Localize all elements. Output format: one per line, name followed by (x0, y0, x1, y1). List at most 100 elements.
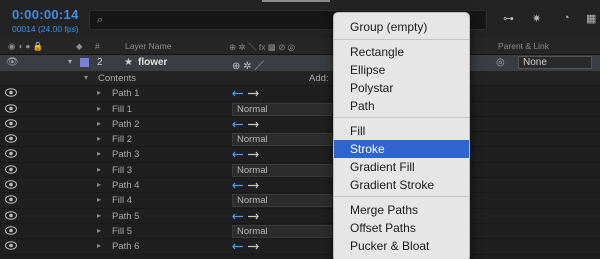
add-shape-context-menu: Group (empty) Rectangle Ellipse Polystar Pat… (333, 12, 470, 259)
blend-mode-dropdown[interactable]: Normal (232, 224, 332, 238)
eye-icon[interactable] (5, 210, 17, 220)
layer-name-header[interactable]: Layer Name (125, 41, 171, 51)
chevron-right-icon[interactable]: ▸ (97, 134, 101, 143)
table-row[interactable]: ▸ Path 5 (0, 208, 600, 224)
table-row[interactable]: ▸ Path 6 (0, 239, 600, 255)
property-name: Path 4 (112, 180, 140, 192)
path-direction-icon[interactable] (232, 181, 262, 190)
frame-count-display: 00014 (24.00 fps) (12, 24, 79, 34)
contents-label: Contents (98, 73, 137, 84)
chevron-right-icon[interactable]: ▸ (97, 241, 101, 250)
chevron-right-icon[interactable]: ▸ (97, 88, 101, 97)
chevron-down-icon[interactable]: ▾ (68, 57, 72, 66)
current-time-display[interactable]: 0:00:00:14 (12, 7, 79, 22)
chevron-right-icon[interactable]: ▸ (97, 149, 101, 158)
property-name: Path 3 (112, 149, 140, 161)
chevron-down-icon[interactable]: ▾ (84, 73, 88, 82)
contents-row[interactable]: ▾ Contents Add: (0, 71, 600, 87)
frame-blending-icon[interactable]: ▦ (586, 12, 596, 25)
chevron-right-icon[interactable]: ▸ (97, 211, 101, 220)
timeline-column-header: ◉ ◖ ● 🔒 ◆ # Layer Name ⊕ ✲ ＼ fx ▩ ⊘ ◎ Pa… (0, 38, 600, 55)
menu-item-stroke[interactable]: Stroke (334, 140, 469, 158)
chevron-right-icon[interactable]: ▸ (97, 195, 101, 204)
property-name: Path 2 (112, 118, 140, 130)
menu-item-fill[interactable]: Fill (334, 122, 469, 140)
blend-mode-dropdown[interactable]: Normal (232, 102, 332, 116)
path-direction-icon[interactable] (232, 89, 262, 98)
table-row[interactable]: ▸ Fill 4 Normal (0, 193, 600, 209)
search-icon: ⌕ (97, 14, 104, 26)
menu-item-group-empty[interactable]: Group (empty) (334, 18, 469, 36)
table-row[interactable]: ▸ Fill 1 Normal (0, 101, 600, 117)
eye-icon[interactable] (5, 149, 17, 159)
pickwhip-icon[interactable]: ◎ (496, 57, 505, 68)
table-row[interactable]: ▸ Path 1 (0, 86, 600, 102)
eye-icon[interactable] (5, 195, 17, 205)
eye-icon[interactable] (5, 241, 17, 251)
eye-icon[interactable] (5, 103, 17, 113)
menu-item-gradient-fill[interactable]: Gradient Fill (334, 158, 469, 176)
table-row[interactable]: ▸ Fill 5 Normal (0, 223, 600, 240)
menu-item-merge-paths[interactable]: Merge Paths (334, 201, 469, 219)
property-name: Fill 1 (112, 103, 133, 115)
layer-number: 2 (97, 57, 103, 68)
switches-header-icons: ⊕ ✲ ＼ fx ▩ ⊘ ◎ (229, 42, 296, 52)
property-name: Fill 5 (112, 225, 133, 237)
label-color-swatch[interactable] (80, 58, 89, 67)
eye-icon[interactable] (5, 134, 17, 143)
path-direction-icon[interactable] (232, 150, 262, 159)
parent-link-header[interactable]: Parent & Link (498, 41, 549, 51)
eye-icon[interactable] (5, 226, 17, 235)
video-visibility-icon[interactable]: 👁 (6, 57, 19, 68)
menu-item-pucker-bloat[interactable]: Pucker & Bloat (334, 237, 469, 255)
property-name: Path 5 (112, 210, 140, 222)
eye-icon[interactable] (5, 164, 17, 174)
blend-mode-dropdown[interactable]: Normal (232, 133, 332, 147)
menu-item-path[interactable]: Path (334, 97, 469, 115)
layer-properties-list: ▾ Contents Add: ▸ Path 1 ▸ Fill 1 Normal ▸ Pat… (0, 71, 600, 255)
eye-icon[interactable] (5, 88, 17, 98)
menu-separator (334, 196, 469, 197)
menu-item-rectangle[interactable]: Rectangle (334, 43, 469, 61)
menu-item-polystar[interactable]: Polystar (334, 79, 469, 97)
draft-3d-icon[interactable]: ✷ (532, 12, 541, 25)
layer-name[interactable]: flower (138, 57, 167, 68)
eye-icon[interactable] (5, 119, 17, 128)
eye-icon[interactable] (5, 180, 17, 189)
layer-number-header: # (95, 41, 100, 51)
blend-mode-dropdown[interactable]: Normal (232, 163, 332, 177)
table-row[interactable]: ▸ Fill 2 Normal (0, 132, 600, 148)
chevron-right-icon[interactable]: ▸ (97, 165, 101, 174)
chevron-right-icon[interactable]: ▸ (97, 180, 101, 189)
table-row[interactable]: ▸ Path 2 (0, 116, 600, 133)
layer-row-flower[interactable]: 👁 ▾ 2 ★ flower ⊕ ✲ ／ ◎ None (0, 55, 600, 72)
shy-layers-icon[interactable]: ◔ (563, 12, 570, 24)
path-direction-icon[interactable] (232, 242, 262, 251)
table-row[interactable]: ▸ Path 3 (0, 147, 600, 163)
menu-item-offset-paths[interactable]: Offset Paths (334, 219, 469, 237)
path-direction-icon[interactable] (232, 120, 262, 129)
menu-separator (334, 39, 469, 40)
parent-dropdown[interactable]: None (518, 56, 592, 69)
chevron-right-icon[interactable]: ▸ (97, 119, 101, 128)
star-icon: ★ (124, 57, 133, 68)
panel-drag-handle[interactable] (262, 0, 330, 2)
chevron-right-icon[interactable]: ▸ (97, 226, 101, 235)
property-name: Path 6 (112, 241, 140, 253)
property-name: Path 1 (112, 88, 140, 100)
composition-flowchart-icon[interactable]: ⊶ (503, 12, 514, 25)
menu-item-ellipse[interactable]: Ellipse (334, 61, 469, 79)
table-row[interactable]: ▸ Path 4 (0, 178, 600, 194)
property-name: Fill 4 (112, 195, 133, 207)
property-name: Fill 2 (112, 134, 133, 146)
menu-separator (334, 117, 469, 118)
menu-item-gradient-stroke[interactable]: Gradient Stroke (334, 176, 469, 194)
blend-mode-dropdown[interactable]: Normal (232, 194, 332, 208)
table-row[interactable]: ▸ Fill 3 Normal (0, 162, 600, 179)
layer-switches[interactable]: ⊕ ✲ ／ (232, 57, 264, 72)
property-name: Fill 3 (112, 164, 133, 176)
av-features-icons: ◉ ◖ ● 🔒 (8, 41, 44, 51)
chevron-right-icon[interactable]: ▸ (97, 104, 101, 113)
timeline-toolbar: 0:00:00:14 00014 (24.00 fps) ⌕ ⊶ ✷ ◔ ▦ (0, 0, 600, 38)
path-direction-icon[interactable] (232, 212, 262, 221)
